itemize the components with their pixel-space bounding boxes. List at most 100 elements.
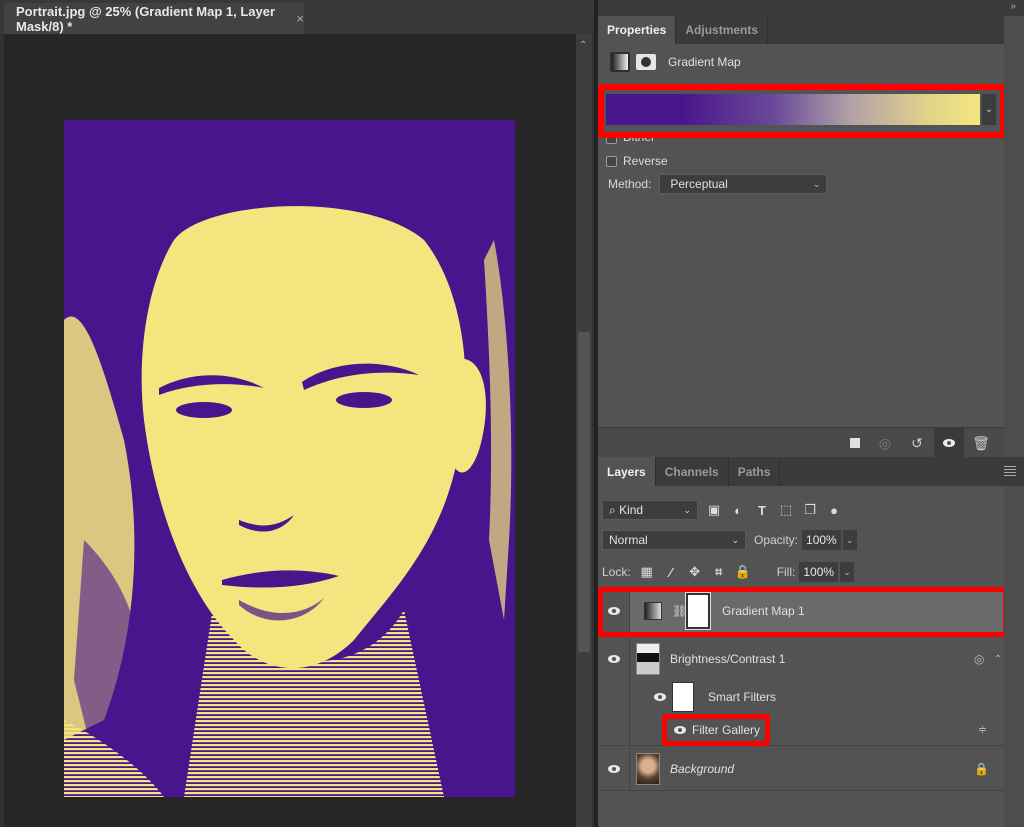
lock-image-brush-icon[interactable]: ⁄ bbox=[663, 564, 679, 580]
dither-checkbox[interactable] bbox=[606, 138, 617, 144]
layer-filter-row: ⌕ Kind ⌄ ▣ ◐ T ⬚ ❐ ● bbox=[598, 498, 1024, 522]
lock-artboard-icon[interactable]: ⌗ bbox=[711, 564, 727, 580]
method-label: Method: bbox=[608, 177, 652, 191]
layer-row-smart-filters[interactable]: Smart Filters bbox=[598, 680, 1004, 714]
gradient-preview[interactable] bbox=[606, 94, 980, 125]
layer-name: Background bbox=[670, 761, 735, 776]
view-previous-state-icon[interactable]: ◎ bbox=[870, 428, 900, 458]
layer-mask-thumbnail[interactable] bbox=[685, 592, 711, 630]
shape-layer-filter-icon[interactable]: ⬚ bbox=[778, 502, 794, 518]
scrollbar-thumb[interactable] bbox=[578, 332, 590, 652]
smart-object-filter-icon[interactable]: ❐ bbox=[802, 502, 818, 518]
eye-spacer bbox=[598, 680, 630, 714]
visibility-eye-icon[interactable] bbox=[650, 687, 670, 707]
close-icon[interactable]: × bbox=[296, 11, 304, 26]
method-select[interactable]: Perceptual ⌄ bbox=[659, 174, 828, 194]
document-area: Portrait.jpg @ 25% (Gradient Map 1, Laye… bbox=[0, 0, 594, 827]
chevron-down-icon: ⌄ bbox=[683, 504, 691, 515]
properties-panel: Properties Adjustments Gradient Map ⌄ Di… bbox=[598, 16, 1016, 458]
tab-channels[interactable]: Channels bbox=[656, 457, 729, 486]
properties-header: Gradient Map bbox=[598, 44, 1004, 80]
layer-row-brightness-contrast[interactable]: Brightness/Contrast 1 ◎ ⌃ bbox=[598, 638, 1004, 680]
gradient-map-thumbnail-icon bbox=[644, 602, 662, 620]
layer-name: Smart Filters bbox=[708, 690, 777, 704]
layer-mask-icon[interactable] bbox=[636, 54, 656, 70]
properties-footer: ◎ ↺ 🗑 bbox=[598, 427, 1004, 458]
tab-layers[interactable]: Layers bbox=[598, 457, 656, 486]
eye-spacer bbox=[598, 714, 630, 745]
visibility-eye-icon[interactable] bbox=[598, 638, 630, 680]
clip-to-layer-icon[interactable] bbox=[838, 428, 868, 458]
gradient-map-icon[interactable] bbox=[610, 52, 630, 72]
photoshop-window: Portrait.jpg @ 25% (Gradient Map 1, Laye… bbox=[0, 0, 1024, 827]
left-eye bbox=[176, 402, 232, 418]
visibility-eye-icon[interactable] bbox=[934, 428, 964, 458]
collapse-panels-icon[interactable]: » bbox=[1010, 1, 1015, 12]
tab-adjustments[interactable]: Adjustments bbox=[676, 16, 769, 44]
opacity-dropdown-icon[interactable]: ⌄ bbox=[842, 530, 857, 550]
visibility-eye-icon[interactable] bbox=[672, 722, 688, 738]
properties-scrollbar[interactable] bbox=[1004, 16, 1024, 457]
layer-row-background[interactable]: Background 🔒 bbox=[598, 747, 1004, 791]
blend-row: Normal ⌄ Opacity: 100% ⌄ bbox=[598, 528, 1024, 552]
lock-all-icon[interactable]: 🔒 bbox=[735, 564, 751, 580]
type-layer-filter-icon[interactable]: T bbox=[754, 502, 770, 518]
reverse-checkbox[interactable] bbox=[606, 155, 617, 167]
filter-mask-thumbnail[interactable] bbox=[672, 682, 694, 712]
tab-properties[interactable]: Properties bbox=[598, 16, 677, 44]
document-tabbar: Portrait.jpg @ 25% (Gradient Map 1, Laye… bbox=[0, 0, 594, 34]
chevron-down-icon: ⌄ bbox=[812, 178, 821, 189]
layers-panel: Layers Channels Paths ⌕ Kind ⌄ ▣ ◐ T ⬚ ❐… bbox=[598, 457, 1024, 827]
search-icon: ⌕ bbox=[609, 502, 620, 517]
gradient-row: ⌄ bbox=[598, 80, 1006, 138]
layers-tabbar: Layers Channels Paths bbox=[598, 457, 1024, 486]
reverse-label: Reverse bbox=[623, 154, 668, 168]
smart-object-thumbnail bbox=[636, 643, 660, 675]
right-eye bbox=[336, 392, 392, 408]
document-tab-title: Portrait.jpg @ 25% (Gradient Map 1, Laye… bbox=[16, 3, 276, 34]
tab-paths[interactable]: Paths bbox=[729, 457, 781, 486]
lock-transparent-icon[interactable]: ▦ bbox=[639, 564, 655, 580]
fill-dropdown-icon[interactable]: ⌄ bbox=[840, 562, 855, 582]
reset-icon[interactable]: ↺ bbox=[902, 428, 932, 458]
collapse-effects-icon[interactable]: ⌃ bbox=[994, 654, 1002, 665]
adjustment-layer-filter-icon[interactable]: ◐ bbox=[730, 502, 746, 518]
link-icon[interactable]: ⛓ bbox=[672, 604, 687, 618]
trash-icon[interactable]: 🗑 bbox=[966, 428, 996, 458]
layer-row-filter-gallery[interactable]: Filter Gallery ≑ bbox=[598, 714, 1004, 746]
layer-name: Brightness/Contrast 1 bbox=[670, 652, 786, 666]
vertical-scrollbar[interactable]: ⌃ bbox=[576, 34, 592, 827]
fill-input[interactable]: 100% bbox=[799, 562, 839, 582]
chevron-down-icon: ⌄ bbox=[731, 534, 739, 545]
visibility-eye-icon[interactable] bbox=[598, 588, 630, 634]
layers-scrollbar[interactable] bbox=[1004, 486, 1024, 827]
layer-row-gradient-map[interactable]: ⛓ Gradient Map 1 bbox=[598, 588, 1004, 634]
lock-label: Lock: bbox=[602, 565, 631, 579]
scroll-up-icon[interactable]: ⌃ bbox=[579, 40, 587, 51]
document-tab[interactable]: Portrait.jpg @ 25% (Gradient Map 1, Laye… bbox=[4, 3, 304, 34]
canvas-area[interactable] bbox=[4, 34, 576, 827]
portrait-image bbox=[64, 120, 515, 797]
lock-position-move-icon[interactable]: ✥ bbox=[687, 564, 703, 580]
filter-toggle-icon[interactable]: ● bbox=[826, 502, 842, 518]
filter-kind-select[interactable]: ⌕ Kind ⌄ bbox=[602, 500, 698, 520]
fill-label: Fill: bbox=[776, 565, 796, 579]
blending-options-icon[interactable]: ≑ bbox=[978, 723, 987, 736]
chevron-down-icon[interactable]: ⌄ bbox=[982, 94, 996, 125]
pixel-layer-filter-icon[interactable]: ▣ bbox=[706, 502, 722, 518]
dither-row[interactable]: Dither bbox=[598, 138, 1004, 148]
dither-label: Dither bbox=[623, 138, 655, 144]
method-value: Perceptual bbox=[670, 177, 728, 191]
lock-icon: 🔒 bbox=[974, 761, 989, 776]
opacity-label: Opacity: bbox=[754, 533, 799, 547]
blend-mode-select[interactable]: Normal ⌄ bbox=[602, 530, 746, 550]
portrait-artwork[interactable] bbox=[64, 120, 515, 797]
smart-filter-indicator-icon[interactable]: ◎ bbox=[974, 652, 984, 666]
opacity-input[interactable]: 100% bbox=[802, 530, 841, 550]
layers-panel-menu-icon[interactable] bbox=[1004, 466, 1016, 476]
visibility-eye-icon[interactable] bbox=[598, 747, 630, 790]
reverse-row[interactable]: Reverse bbox=[598, 152, 1004, 170]
layer-name: Filter Gallery bbox=[692, 722, 761, 737]
panels-dock-bar: » bbox=[598, 0, 1024, 16]
layer-name: Gradient Map 1 bbox=[722, 604, 805, 618]
